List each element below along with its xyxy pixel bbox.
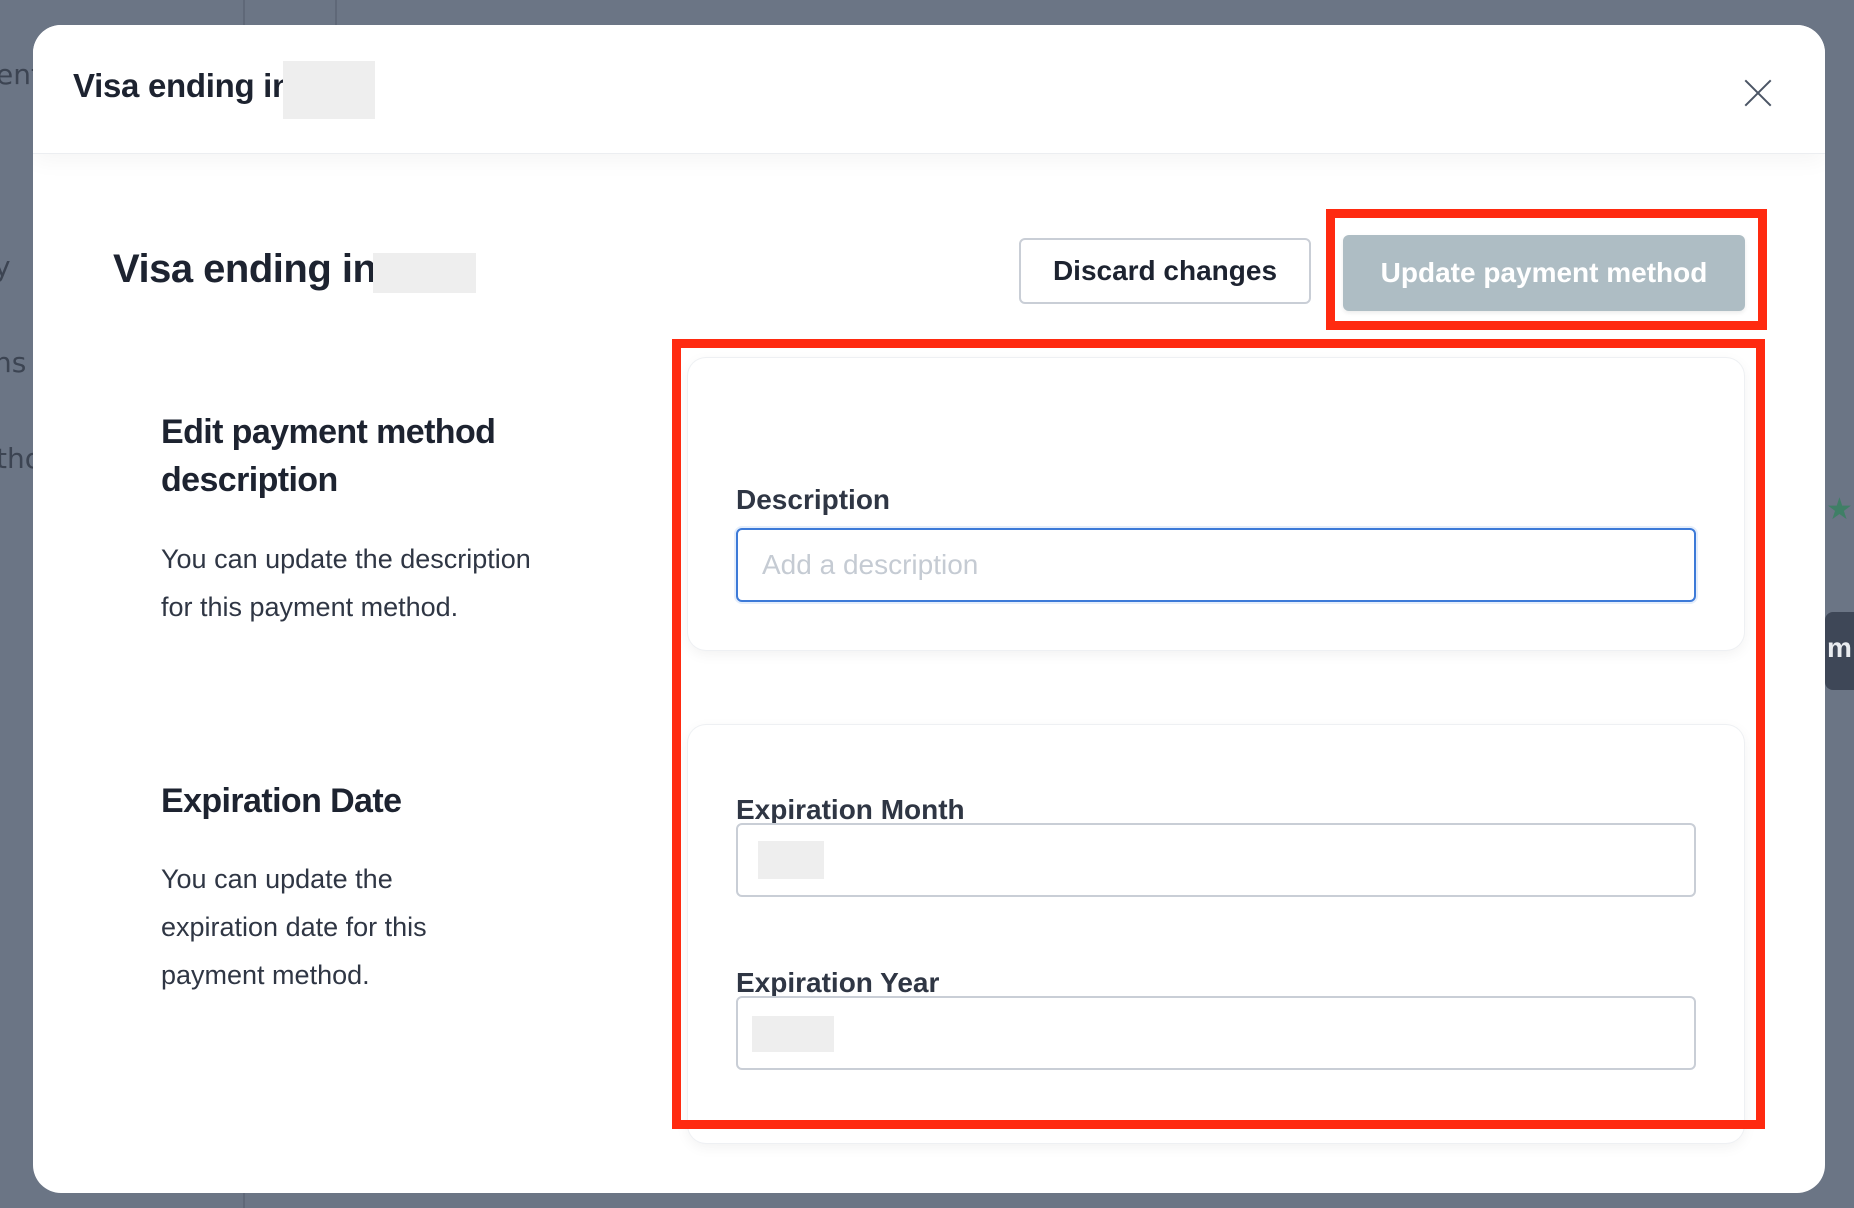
expiration-section-heading: Expiration Date: [161, 782, 402, 820]
background-divider: [243, 1193, 245, 1208]
description-section-heading: Edit payment method description: [161, 413, 496, 499]
background-button: m: [1825, 612, 1854, 690]
description-section-text: You can update the description for this …: [161, 544, 531, 622]
expiration-section-text: You can update the expiration date for t…: [161, 864, 427, 990]
expiration-month-label: Expiration Month: [736, 794, 965, 825]
expiration-card: Expiration Month Expiration Year: [688, 725, 1744, 1143]
description-label: Description: [736, 484, 891, 515]
background-text: m: [1827, 632, 1852, 663]
star-icon: ★: [1826, 493, 1853, 526]
page-title: Visa ending in: [113, 247, 377, 291]
close-icon[interactable]: [1738, 73, 1778, 113]
background-text: y: [0, 250, 11, 283]
redacted-card-number: [373, 253, 476, 293]
redacted-month-value: [758, 841, 824, 879]
background-text: ns: [0, 346, 27, 379]
redacted-year-value: [752, 1016, 834, 1052]
redacted-card-number: [283, 61, 375, 119]
update-payment-method-button[interactable]: Update payment method: [1343, 235, 1745, 311]
description-input[interactable]: [736, 528, 1696, 602]
edit-payment-method-modal: Visa ending in Visa ending in Discard ch…: [33, 25, 1825, 1193]
expiration-year-input[interactable]: [736, 996, 1696, 1070]
discard-changes-button[interactable]: Discard changes: [1019, 238, 1311, 304]
background-divider: [243, 0, 245, 25]
modal-header: Visa ending in: [33, 25, 1825, 154]
modal-title: Visa ending in: [73, 67, 292, 104]
expiration-month-input[interactable]: [736, 823, 1696, 897]
description-card: Description: [688, 358, 1744, 650]
background-divider: [335, 0, 337, 25]
expiration-year-label: Expiration Year: [736, 967, 940, 998]
